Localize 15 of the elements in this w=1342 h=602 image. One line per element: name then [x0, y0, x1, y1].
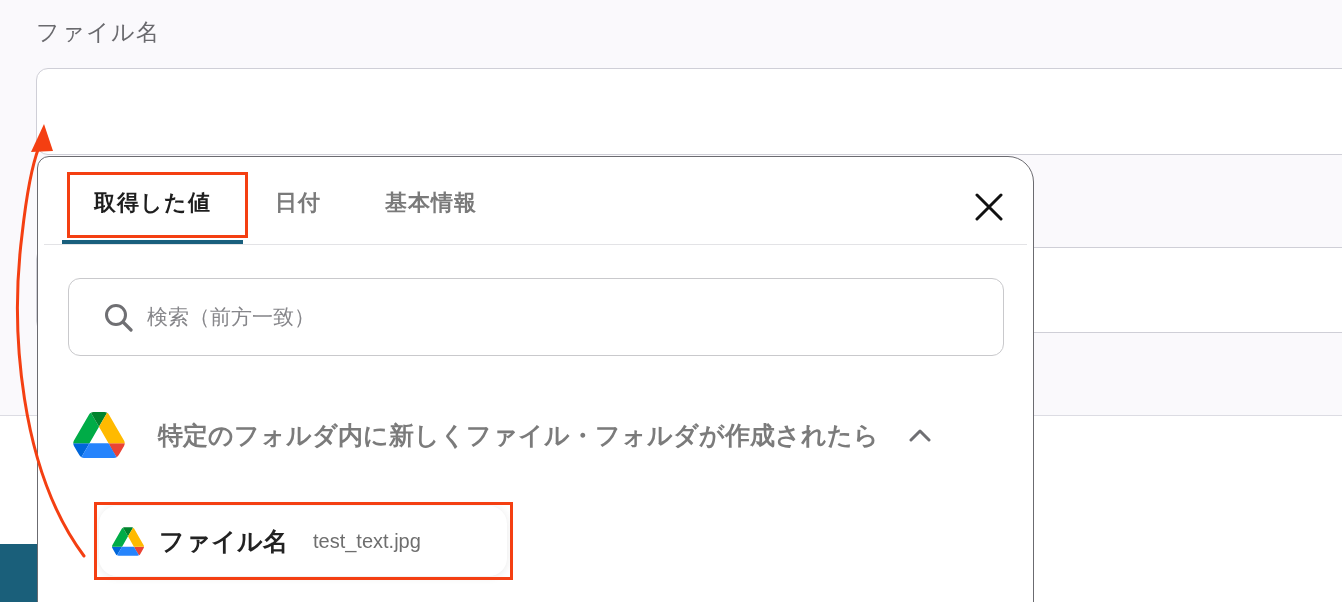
- close-button[interactable]: [975, 193, 1003, 221]
- input-field[interactable]: [36, 68, 1342, 155]
- close-icon: [975, 193, 1003, 221]
- tab[interactable]: 基本情報: [353, 172, 509, 244]
- triangle-logo-icon: [112, 526, 144, 556]
- triangle-logo-icon: [73, 412, 125, 458]
- item-value: test_text.jpg: [313, 529, 421, 553]
- search-icon: [104, 303, 133, 332]
- chevron-up-icon[interactable]: [909, 428, 931, 442]
- item-label: ファイル名: [159, 525, 288, 558]
- tab[interactable]: 日付: [243, 172, 353, 244]
- tab[interactable]: 取得した値: [62, 172, 243, 244]
- field-label: ファイル名: [36, 18, 160, 46]
- group-title[interactable]: 特定のフォルダ内に新しくファイル・フォルダが作成されたら: [158, 418, 879, 452]
- search-field[interactable]: 検索（前方一致）: [68, 278, 1004, 356]
